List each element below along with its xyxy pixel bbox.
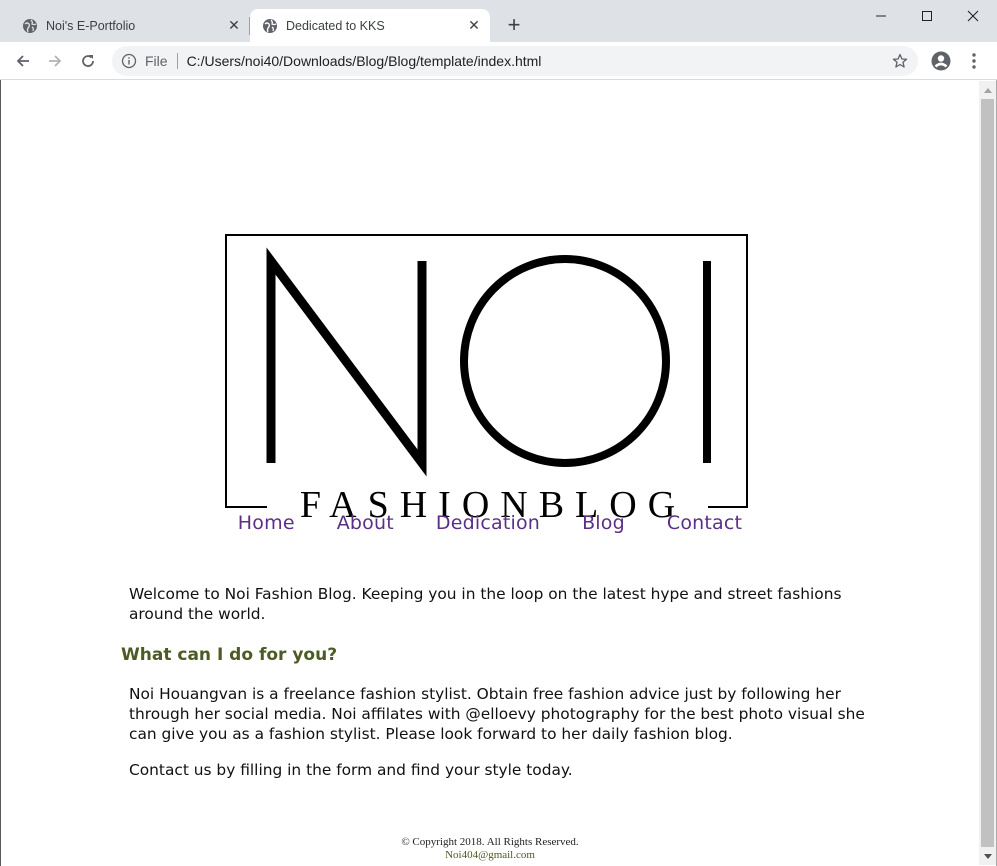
globe-icon <box>263 18 277 33</box>
nav-blog[interactable]: Blog <box>582 512 625 534</box>
maximize-button[interactable] <box>904 4 950 28</box>
globe-icon <box>23 18 37 33</box>
forward-button[interactable] <box>45 51 65 71</box>
maximize-icon <box>922 11 932 21</box>
chevron-down-icon <box>983 853 992 859</box>
footer-email[interactable]: Noi404@gmail.com <box>1 849 979 862</box>
info-icon[interactable] <box>121 53 137 69</box>
browser-toolbar: File C:/Users/noi40/Downloads/Blog/Blog/… <box>0 42 997 80</box>
url-text[interactable]: C:/Users/noi40/Downloads/Blog/Blog/templ… <box>187 53 542 69</box>
close-icon[interactable]: ✕ <box>226 17 242 33</box>
welcome-text: Welcome to Noi Fashion Blog. Keeping you… <box>129 585 842 623</box>
tab-title: Noi's E-Portfolio <box>46 18 136 33</box>
page-footer: © Copyright 2018. All Rights Reserved. N… <box>1 836 979 862</box>
tab-portfolio[interactable]: Noi's E-Portfolio ✕ <box>0 9 250 42</box>
contact-paragraph: Contact us by filling in the form and fi… <box>129 761 573 779</box>
tab-dedicated[interactable]: Dedicated to KKS ✕ <box>250 9 490 42</box>
minimize-icon <box>876 15 886 17</box>
chevron-up-icon <box>983 87 992 93</box>
new-tab-button[interactable]: + <box>503 14 525 36</box>
scheme-label: File <box>145 53 168 69</box>
arrow-left-icon <box>16 55 29 67</box>
copyright-text: © Copyright 2018. All Rights Reserved. <box>401 836 579 848</box>
page-viewport: FASHIONBLOG Home About Dedication Blog C… <box>1 81 979 865</box>
address-bar[interactable]: File C:/Users/noi40/Downloads/Blog/Blog/… <box>112 46 918 76</box>
arrow-right-icon <box>49 55 62 67</box>
nav-dedication[interactable]: Dedication <box>436 512 540 534</box>
back-button[interactable] <box>13 51 33 71</box>
reload-button[interactable] <box>78 51 98 71</box>
nav-about[interactable]: About <box>337 512 394 534</box>
scrollbar-thumb[interactable] <box>981 99 994 847</box>
logo-graphic <box>225 234 748 508</box>
more-options-icon[interactable] <box>966 51 982 71</box>
reload-icon <box>82 55 94 67</box>
nav-home[interactable]: Home <box>238 512 295 534</box>
star-icon[interactable] <box>892 53 908 69</box>
scroll-up-button[interactable] <box>979 81 996 98</box>
main-nav: Home About Dedication Blog Contact <box>1 512 979 534</box>
close-icon[interactable]: ✕ <box>466 17 482 33</box>
nav-contact[interactable]: Contact <box>667 512 742 534</box>
minimize-button[interactable] <box>858 4 904 28</box>
section-heading: What can I do for you? <box>121 645 338 665</box>
main-content: Welcome to Noi Fashion Blog. Keeping you… <box>121 585 869 779</box>
address-divider <box>176 53 178 69</box>
close-icon <box>967 10 979 22</box>
profile-icon[interactable] <box>931 51 951 71</box>
tab-strip: Noi's E-Portfolio ✕ Dedicated to KKS ✕ + <box>0 0 997 42</box>
about-paragraph: Noi Houangvan is a freelance fashion sty… <box>129 685 865 743</box>
scroll-down-button[interactable] <box>979 848 996 865</box>
site-logo[interactable]: FASHIONBLOG <box>225 233 751 526</box>
tab-title: Dedicated to KKS <box>286 18 385 33</box>
window-close-button[interactable] <box>950 4 996 28</box>
